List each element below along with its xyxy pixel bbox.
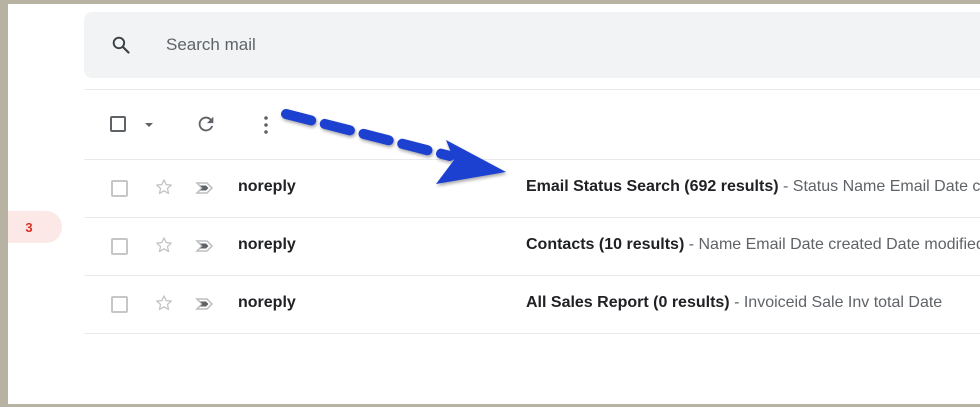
- email-row[interactable]: noreply Email Status Search (692 results…: [84, 159, 980, 217]
- unread-count-badge[interactable]: 3: [0, 211, 62, 243]
- email-subject: Email Status Search (692 results): [526, 178, 779, 195]
- email-content[interactable]: All Sales Report (0 results) - Invoiceid…: [526, 294, 980, 312]
- unread-count: 3: [25, 219, 33, 235]
- important-marker-icon[interactable]: [195, 239, 215, 253]
- select-all-checkbox[interactable]: [110, 116, 126, 132]
- search-input[interactable]: [166, 32, 666, 58]
- annotation-arrow-icon: [281, 109, 506, 184]
- email-sender: noreply: [238, 294, 296, 311]
- email-sender: noreply: [238, 236, 296, 253]
- email-snippet: - Name Email Date created Date modified: [684, 236, 980, 253]
- more-vert-icon[interactable]: [262, 113, 270, 137]
- email-subject: All Sales Report (0 results): [526, 294, 730, 311]
- star-outline-icon[interactable]: [154, 235, 174, 255]
- select-dropdown-caret-icon[interactable]: [145, 123, 153, 127]
- email-snippet: - Status Name Email Date created Date se…: [783, 178, 980, 195]
- important-marker-icon[interactable]: [195, 297, 215, 311]
- search-icon[interactable]: [111, 35, 131, 55]
- star-outline-icon[interactable]: [154, 177, 174, 197]
- divider: [84, 333, 980, 334]
- email-content[interactable]: Email Status Search (692 results) - Stat…: [526, 178, 980, 196]
- row-checkbox[interactable]: [111, 238, 128, 255]
- email-row[interactable]: noreply All Sales Report (0 results) - I…: [84, 275, 980, 333]
- important-marker-icon[interactable]: [195, 181, 215, 195]
- divider: [84, 89, 980, 90]
- email-subject: Contacts (10 results): [526, 236, 685, 253]
- email-row[interactable]: noreply Contacts (10 results) - Name Ema…: [84, 217, 980, 275]
- refresh-icon[interactable]: [195, 113, 217, 135]
- search-bar[interactable]: [84, 12, 980, 78]
- email-content[interactable]: Contacts (10 results) - Name Email Date …: [526, 236, 980, 254]
- star-outline-icon[interactable]: [154, 293, 174, 313]
- email-snippet: - Invoiceid Sale Inv total Date: [729, 294, 943, 311]
- row-checkbox[interactable]: [111, 180, 128, 197]
- row-checkbox[interactable]: [111, 296, 128, 313]
